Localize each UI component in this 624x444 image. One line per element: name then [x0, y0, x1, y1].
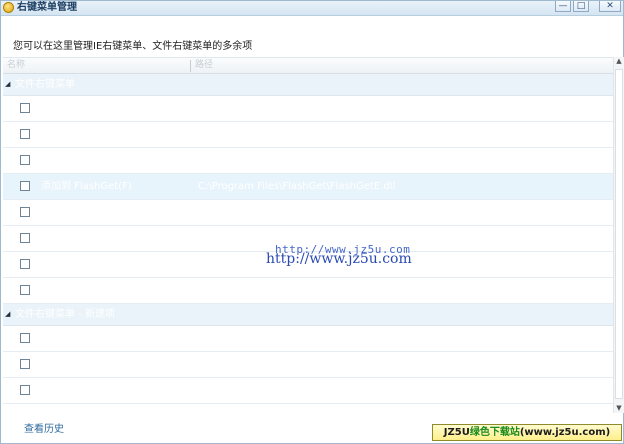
collapse-arrow-icon[interactable]: ◢	[5, 311, 10, 318]
right-click-menu-manager-window: 右键菜单管理 — □ ✕ 您可以在这里管理IE右键菜单、文件右键菜单的多余项 名…	[0, 0, 624, 444]
item-checkbox[interactable]	[20, 103, 30, 113]
list-header: 名称 路径	[3, 58, 613, 74]
watermark-url-large: http://www.jz5u.com	[266, 251, 412, 267]
minimize-button[interactable]: —	[555, 1, 571, 12]
scroll-thumb[interactable]	[615, 69, 623, 399]
item-checkbox[interactable]	[20, 129, 30, 139]
download-site-badge: JZ5U绿色下载站(www.jz5u.com)	[432, 424, 622, 441]
list-item[interactable]	[3, 352, 613, 378]
window-title: 右键菜单管理	[17, 2, 77, 13]
group-header[interactable]: ◢ 文件右键菜单	[3, 74, 613, 96]
column-header-path[interactable]: 路径	[195, 58, 213, 73]
list-item[interactable]: 添加到 FlashGet(F) C:\Program Files\FlashGet…	[3, 174, 613, 200]
vertical-scrollbar[interactable]: ▲ ▼	[613, 57, 624, 413]
list-item[interactable]	[3, 96, 613, 122]
item-checkbox[interactable]	[20, 233, 30, 243]
maximize-button[interactable]: □	[573, 1, 589, 12]
scroll-down-arrow-icon[interactable]: ▼	[615, 404, 623, 413]
list-item[interactable]	[3, 378, 613, 404]
item-checkbox[interactable]	[20, 181, 30, 191]
item-checkbox[interactable]	[20, 207, 30, 217]
collapse-arrow-icon[interactable]: ◢	[5, 81, 10, 88]
scroll-up-arrow-icon[interactable]: ▲	[615, 57, 623, 66]
badge-suffix: (www.jz5u.com)	[519, 427, 611, 438]
column-divider[interactable]	[190, 60, 191, 72]
list-rows: ◢ 文件右键菜单添加到 FlashGet(F) C:\Program Files\F…	[3, 74, 613, 404]
item-checkbox[interactable]	[20, 155, 30, 165]
close-button[interactable]: ✕	[599, 1, 621, 12]
app-icon	[3, 2, 14, 13]
list-item[interactable]	[3, 200, 613, 226]
list-item[interactable]	[3, 148, 613, 174]
list-item[interactable]	[3, 326, 613, 352]
view-history-link[interactable]: 查看历史	[24, 420, 64, 435]
group-header[interactable]: ◢ 文件右键菜单 - 新建项	[3, 304, 613, 326]
list-item[interactable]	[3, 122, 613, 148]
column-header-name[interactable]: 名称	[7, 58, 25, 73]
item-checkbox[interactable]	[20, 359, 30, 369]
item-checkbox[interactable]	[20, 333, 30, 343]
badge-site-name: 绿色下载站	[469, 427, 520, 438]
title-bar: 右键菜单管理 — □ ✕	[1, 1, 623, 16]
item-name: 添加到 FlashGet(F)	[41, 181, 132, 192]
menu-items-list: 名称 路径 ◢ 文件右键菜单添加到 FlashGet(F) C:\Program F…	[3, 57, 613, 414]
description-text: 您可以在这里管理IE右键菜单、文件右键菜单的多余项	[13, 41, 253, 52]
badge-prefix: JZ5U	[443, 427, 470, 438]
item-checkbox[interactable]	[20, 285, 30, 295]
group-label: 文件右键菜单 - 新建项	[15, 309, 115, 320]
item-checkbox[interactable]	[20, 259, 30, 269]
item-path: C:\Program Files\FlashGet\FlashGetE.dll	[198, 181, 396, 192]
group-label: 文件右键菜单	[15, 79, 75, 90]
list-item[interactable]	[3, 278, 613, 304]
item-checkbox[interactable]	[20, 385, 30, 395]
